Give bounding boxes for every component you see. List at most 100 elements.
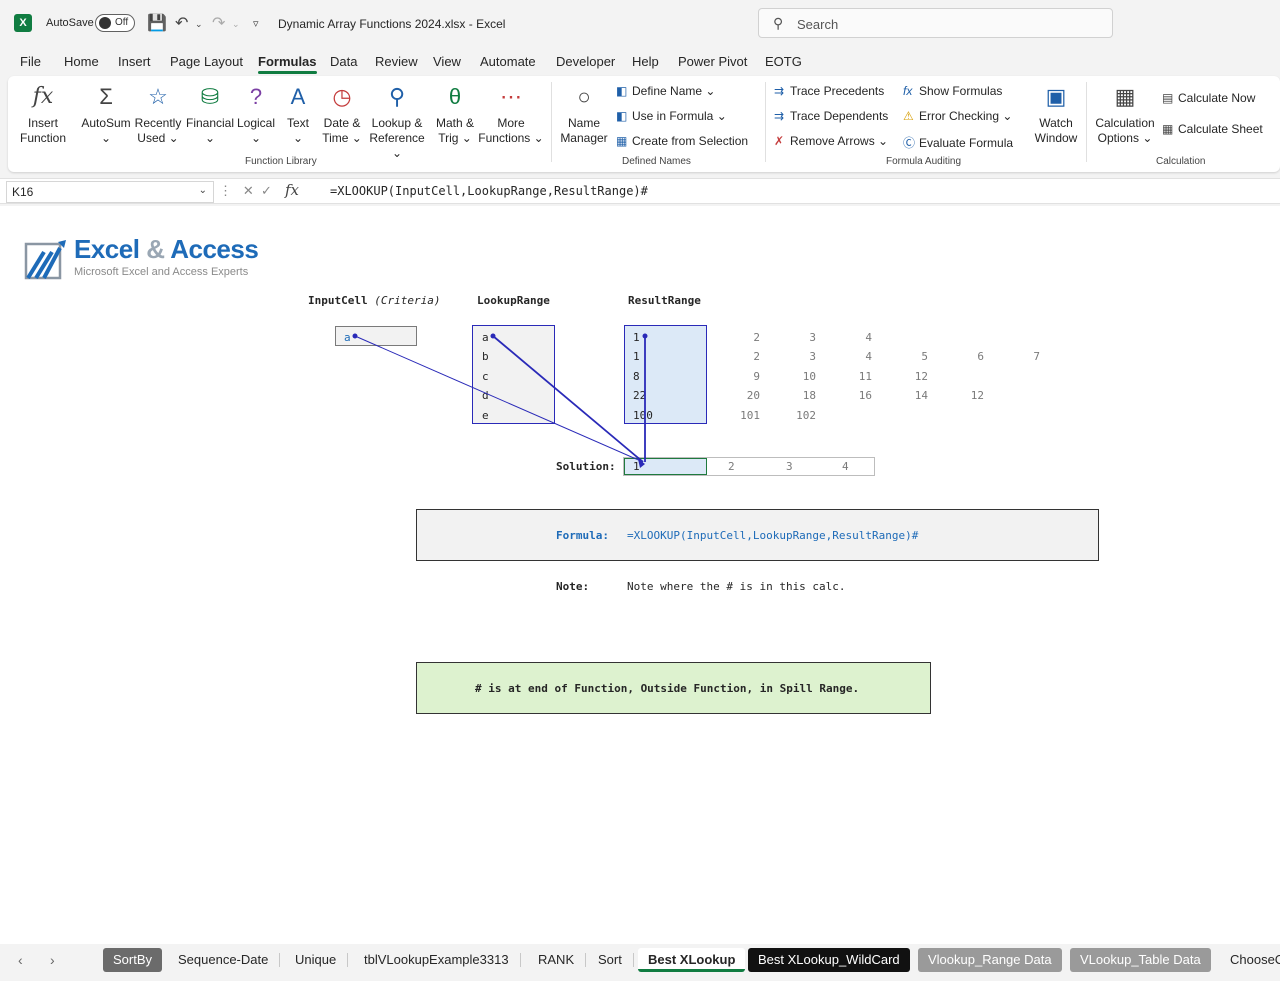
save-icon[interactable]: 💾 xyxy=(147,13,167,33)
header-criteria: (Criteria) xyxy=(374,294,441,307)
result-cell: 1 xyxy=(633,331,640,344)
text-button[interactable]: A Text ⌄ xyxy=(284,82,312,146)
formula-bar: K16 ⌄ ⋮ ✕ ✓ fx =XLOOKUP(InputCell,Lookup… xyxy=(0,178,1280,204)
window-title: Dynamic Array Functions 2024.xlsx - Exce… xyxy=(278,17,506,31)
lookup-reference-button[interactable]: ⚲ Lookup & Reference ⌄ xyxy=(364,82,430,161)
trace-dependents-button[interactable]: ⇉ Trace Dependents xyxy=(774,109,888,123)
sheet-tab[interactable]: SortBy xyxy=(103,948,163,972)
star-book-icon: ☆ xyxy=(148,84,168,109)
tab-review[interactable]: Review xyxy=(375,54,418,69)
use-in-formula-button[interactable]: ◧ Use in Formula ⌄ xyxy=(616,109,727,123)
autosum-button[interactable]: Σ AutoSum ⌄ xyxy=(80,82,132,146)
worksheet-grid[interactable]: Excel & Access Microsoft Excel and Acces… xyxy=(0,206,1280,944)
tab-formulas[interactable]: Formulas xyxy=(258,54,317,74)
use-in-formula-label: Use in Formula ⌄ xyxy=(632,109,727,123)
search-box[interactable]: ⚲ Search xyxy=(758,8,1113,38)
calculate-sheet-button[interactable]: ▦ Calculate Sheet xyxy=(1162,122,1263,136)
group-label-calculation: Calculation xyxy=(1156,156,1206,167)
sheet-tab[interactable]: Sequence-Date xyxy=(168,948,281,972)
scroll-tabs-left-icon[interactable]: ‹ xyxy=(18,952,23,968)
sheet-tab[interactable]: VLookup_Table Data xyxy=(1070,948,1211,972)
tab-file[interactable]: File xyxy=(20,54,41,69)
undo-icon[interactable]: ↶ xyxy=(175,13,188,33)
sheet-tab[interactable]: Best XLookup xyxy=(638,948,746,972)
tab-help[interactable]: Help xyxy=(632,54,659,69)
trace-precedents-label: Trace Precedents xyxy=(790,84,885,98)
clock-icon: ◷ xyxy=(332,84,352,109)
scroll-tabs-right-icon[interactable]: › xyxy=(50,952,55,968)
name-box[interactable]: K16 ⌄ xyxy=(6,181,214,203)
theta-book-icon: θ xyxy=(448,84,462,109)
sheet-tab[interactable]: Sort xyxy=(588,948,634,972)
spill-cell: 20 xyxy=(746,389,760,402)
redo-icon[interactable]: ↷ xyxy=(212,13,225,33)
remove-arrows-label: Remove Arrows ⌄ xyxy=(790,134,889,148)
calculate-now-label: Calculate Now xyxy=(1178,91,1256,105)
date-time-button[interactable]: ◷ Date & Time ⌄ xyxy=(320,82,364,146)
lookup-reference-label: Lookup & xyxy=(371,116,423,130)
spill-cell: 12 xyxy=(914,370,928,383)
evaluate-formula-button[interactable]: Ⓒ Evaluate Formula xyxy=(903,134,1013,151)
watch-window-label-2: Window xyxy=(1034,131,1078,145)
recently-used-button[interactable]: ☆ Recently Used ⌄ xyxy=(134,82,182,146)
formula-text: =XLOOKUP(InputCell,LookupRange,ResultRan… xyxy=(627,529,919,542)
autosave-toggle[interactable]: Off xyxy=(95,14,135,32)
tab-automate[interactable]: Automate xyxy=(480,54,536,69)
watch-window-label: Watch xyxy=(1039,116,1073,130)
tab-view[interactable]: View xyxy=(433,54,461,69)
calculation-options-button[interactable]: ▦ Calculation Options ⌄ xyxy=(1094,82,1156,146)
spill-cell: 2 xyxy=(753,331,760,344)
autosum-dropdown: ⌄ xyxy=(100,131,112,145)
undo-dropdown-icon[interactable]: ⌄ xyxy=(195,19,203,30)
tab-home[interactable]: Home xyxy=(64,54,99,69)
recently-used-label: Recently xyxy=(134,116,182,130)
solution-cell: 3 xyxy=(786,460,793,473)
sheet-tab[interactable]: ChooseCols xyxy=(1220,948,1280,972)
note-text: Note where the # is in this calc. xyxy=(627,580,846,593)
sheet-tab[interactable]: tblVLookupExample3313 xyxy=(354,948,521,972)
trace-arrows xyxy=(352,333,648,468)
financial-button[interactable]: ⛁ Financial ⌄ xyxy=(186,82,234,146)
watch-window-button[interactable]: ▣ Watch Window xyxy=(1034,82,1078,146)
formula-tag-icon: ◧ xyxy=(616,109,628,123)
tab-developer[interactable]: Developer xyxy=(556,54,615,69)
formula-input[interactable]: =XLOOKUP(InputCell,LookupRange,ResultRan… xyxy=(330,184,648,198)
customize-quick-access-icon[interactable]: ▿ xyxy=(253,17,259,30)
formula-bar-controls: ⋮ ✕ ✓ xyxy=(219,183,272,199)
result-cell: 22 xyxy=(633,389,647,402)
sheet-tab[interactable]: Unique xyxy=(285,948,349,972)
trace-precedents-button[interactable]: ⇉ Trace Precedents xyxy=(774,84,884,98)
text-label: Text xyxy=(286,116,309,130)
chevron-down-icon[interactable]: ⌄ xyxy=(199,185,207,196)
sheet-tab[interactable]: Best XLookup_WildCard xyxy=(748,948,910,972)
tab-power-pivot[interactable]: Power Pivot xyxy=(678,54,747,69)
logical-button[interactable]: ? Logical ⌄ xyxy=(235,82,277,146)
insert-function-button[interactable]: fx Insert Function xyxy=(18,82,68,146)
error-checking-button[interactable]: ⚠ Error Checking ⌄ xyxy=(903,109,1012,123)
define-name-button[interactable]: ◧ Define Name ⌄ xyxy=(616,84,715,98)
spill-cell: 18 xyxy=(802,389,816,402)
text-a-icon: A xyxy=(290,84,306,109)
tab-page-layout[interactable]: Page Layout xyxy=(170,54,243,69)
result-cell: 8 xyxy=(633,370,640,383)
sheet-tab[interactable]: Vlookup_Range Data xyxy=(918,948,1062,972)
remove-arrows-button[interactable]: ✗ Remove Arrows ⌄ xyxy=(774,134,888,148)
name-manager-button[interactable]: ○ Name Manager xyxy=(558,82,610,146)
cancel-icon[interactable]: ✕ xyxy=(243,183,254,198)
show-formulas-button[interactable]: fx Show Formulas xyxy=(903,84,1002,98)
tab-eotg[interactable]: EOTG xyxy=(765,54,802,69)
tab-data[interactable]: Data xyxy=(330,54,357,69)
insert-function-fx-icon[interactable]: fx xyxy=(285,181,299,199)
redo-dropdown-icon[interactable]: ⌄ xyxy=(232,19,240,30)
insert-function-label: Insert xyxy=(27,116,58,130)
calculate-now-button[interactable]: ▤ Calculate Now xyxy=(1162,91,1255,105)
tab-insert[interactable]: Insert xyxy=(118,54,151,69)
more-icon[interactable]: ⋮ xyxy=(219,183,232,198)
sheet-tab[interactable]: RANK xyxy=(528,948,587,972)
enter-icon[interactable]: ✓ xyxy=(261,183,272,198)
lookup-cell: c xyxy=(482,370,489,383)
more-functions-button[interactable]: ⋯ More Functions ⌄ xyxy=(478,82,544,146)
logical-dropdown: ⌄ xyxy=(250,131,262,145)
create-from-selection-button[interactable]: ▦ Create from Selection xyxy=(616,134,748,148)
math-trig-button[interactable]: θ Math & Trig ⌄ xyxy=(432,82,478,146)
